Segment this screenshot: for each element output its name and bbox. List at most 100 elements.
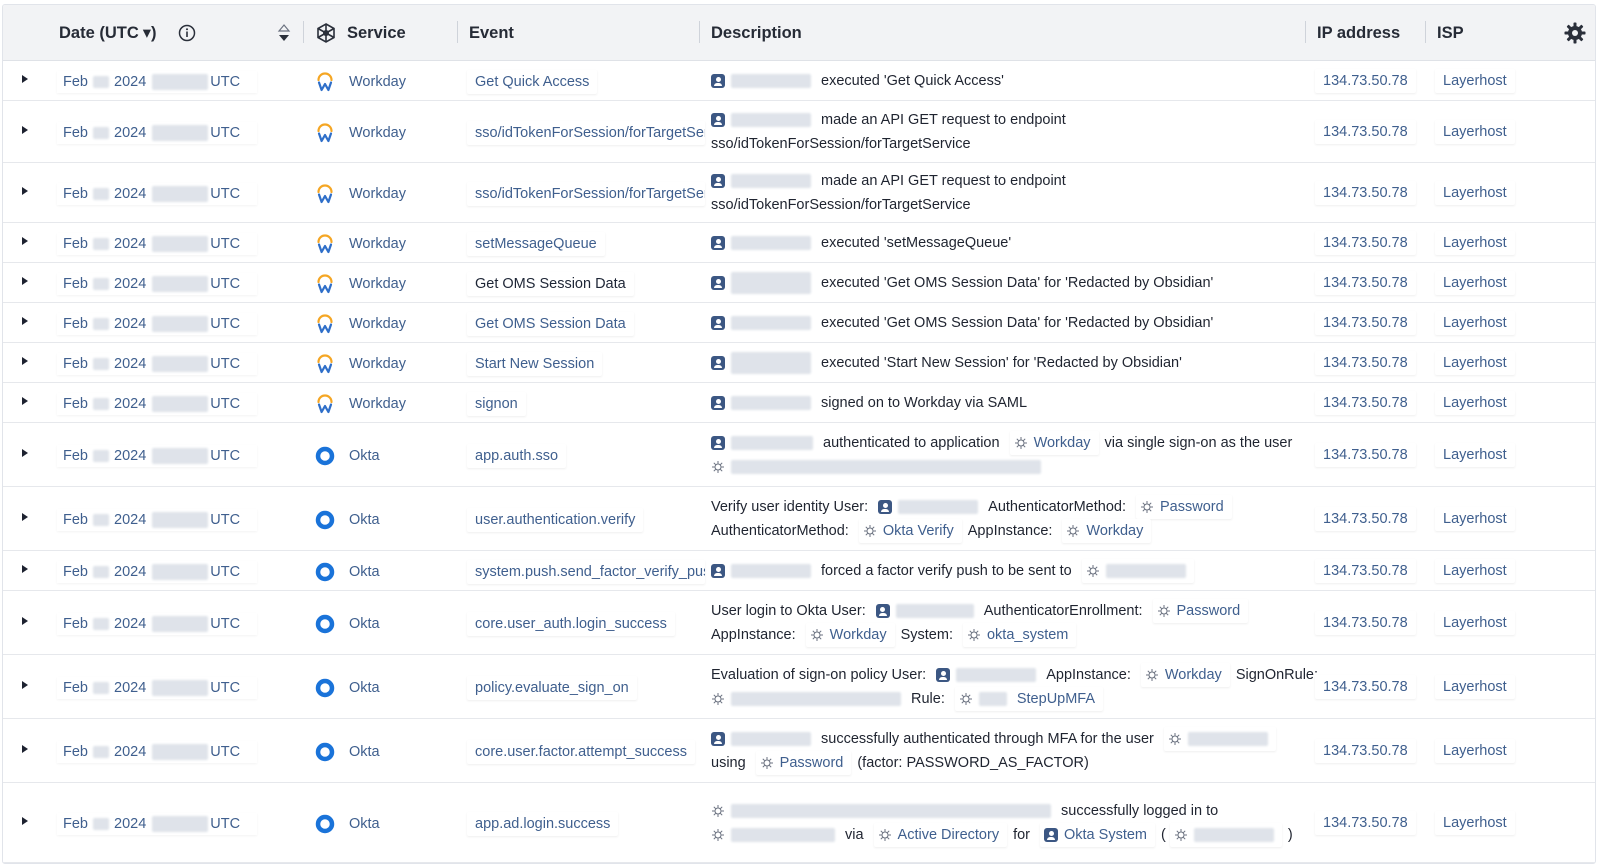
caret-right-icon[interactable] [22, 126, 28, 134]
isp-chip[interactable]: Layerhost [1435, 231, 1515, 255]
entity-chip[interactable] [1169, 823, 1282, 847]
event-chip[interactable]: app.auth.sso [467, 444, 567, 468]
ip-address-chip[interactable]: 134.73.50.78 [1315, 559, 1416, 583]
ip-address-chip[interactable]: 134.73.50.78 [1315, 443, 1416, 467]
caret-right-icon[interactable] [22, 565, 28, 573]
isp-chip[interactable]: Layerhost [1435, 611, 1515, 635]
isp-chip[interactable]: Layerhost [1435, 271, 1515, 295]
event-chip[interactable]: system.push.send_factor_verify_push [467, 560, 705, 584]
event-chip[interactable]: app.ad.login.success [467, 812, 619, 836]
table-row[interactable]: Feb 2024 UTC Okta core.user_auth.login_succe… [3, 591, 1595, 655]
table-row[interactable]: Feb 2024 UTC Okta core.user.factor.attempt_s… [3, 719, 1595, 783]
app-chip[interactable]: Workday [1009, 431, 1099, 455]
ip-address-chip[interactable]: 134.73.50.78 [1315, 271, 1416, 295]
ip-address-chip[interactable]: 134.73.50.78 [1315, 181, 1416, 205]
event-chip[interactable]: policy.evaluate_sign_on [467, 676, 637, 700]
column-divider[interactable] [699, 21, 700, 43]
isp-chip[interactable]: Layerhost [1435, 311, 1515, 335]
isp-chip[interactable]: Layerhost [1435, 69, 1515, 93]
rule-chip[interactable]: StepUpMFA [954, 687, 1104, 711]
ip-address-chip[interactable]: 134.73.50.78 [1315, 507, 1416, 531]
event-chip[interactable]: Get OMS Session Data [467, 312, 634, 336]
isp-chip[interactable]: Layerhost [1435, 181, 1515, 205]
ip-address-chip[interactable]: 134.73.50.78 [1315, 739, 1416, 763]
user-chip[interactable] [1163, 727, 1276, 751]
service-column-header[interactable]: Service [347, 5, 406, 61]
event-chip[interactable]: user.authentication.verify [467, 508, 644, 532]
authenticator-chip[interactable]: Okta Verify [858, 519, 962, 543]
column-divider[interactable] [1305, 21, 1306, 43]
ip-address-chip[interactable]: 134.73.50.78 [1315, 69, 1416, 93]
app-chip[interactable]: Workday [1140, 663, 1230, 687]
caret-right-icon[interactable] [22, 449, 28, 457]
gear-icon[interactable] [1563, 21, 1587, 45]
caret-right-icon[interactable] [22, 397, 28, 405]
table-row[interactable]: Feb 2024 UTC Okta policy.evaluate_sign_on Eva… [3, 655, 1595, 719]
event-chip[interactable]: sso/idTokenForSession/forTargetService [467, 182, 705, 206]
ip-address-chip[interactable]: 134.73.50.78 [1315, 675, 1416, 699]
app-chip[interactable]: Workday [805, 623, 895, 647]
event-column-header[interactable]: Event [469, 5, 514, 61]
column-divider[interactable] [303, 21, 304, 43]
table-row[interactable]: Feb 2024 UTC Okta app.ad.login.success succes… [3, 783, 1595, 863]
date-sort-dropdown[interactable]: ▾) [143, 23, 157, 43]
table-row[interactable]: Feb 2024 UTC Workday sso/idTokenForSession/f… [3, 101, 1595, 163]
system-chip[interactable]: okta_system [962, 623, 1077, 647]
description-column-header[interactable]: Description [711, 5, 802, 61]
event-chip[interactable]: Start New Session [467, 352, 603, 376]
isp-chip[interactable]: Layerhost [1435, 391, 1515, 415]
isp-chip[interactable]: Layerhost [1435, 559, 1515, 583]
device-chip[interactable] [1081, 559, 1194, 583]
event-chip[interactable]: core.user_auth.login_success [467, 612, 675, 636]
caret-right-icon[interactable] [22, 317, 28, 325]
caret-right-icon[interactable] [22, 617, 28, 625]
okta-system-chip[interactable]: Okta System [1040, 823, 1155, 847]
ip-address-chip[interactable]: 134.73.50.78 [1315, 311, 1416, 335]
isp-chip[interactable]: Layerhost [1435, 443, 1515, 467]
ip-column-header[interactable]: IP address [1317, 5, 1400, 61]
ip-address-chip[interactable]: 134.73.50.78 [1315, 351, 1416, 375]
caret-right-icon[interactable] [22, 513, 28, 521]
isp-chip[interactable]: Layerhost [1435, 811, 1515, 835]
isp-chip[interactable]: Layerhost [1435, 675, 1515, 699]
table-row[interactable]: Feb 2024 UTC Okta user.authentication.verify… [3, 487, 1595, 551]
caret-right-icon[interactable] [22, 187, 28, 195]
sort-icon[interactable] [277, 22, 291, 44]
info-icon[interactable] [177, 23, 197, 43]
event-chip[interactable]: Get Quick Access [467, 70, 598, 94]
column-divider[interactable] [1425, 21, 1426, 43]
isp-column-header[interactable]: ISP [1437, 5, 1464, 61]
authenticator-chip[interactable]: Password [755, 751, 852, 775]
column-divider[interactable] [457, 21, 458, 43]
table-row[interactable]: Feb 2024 UTC Workday signon signed on to Work… [3, 383, 1595, 423]
event-chip[interactable]: setMessageQueue [467, 232, 605, 256]
caret-right-icon[interactable] [22, 75, 28, 83]
table-row[interactable]: Feb 2024 UTC Okta app.auth.sso authenticated … [3, 423, 1595, 487]
event-chip[interactable]: Get OMS Session Data [467, 272, 634, 296]
caret-right-icon[interactable] [22, 277, 28, 285]
directory-chip[interactable]: Active Directory [873, 823, 1008, 847]
authenticator-chip[interactable]: Password [1136, 495, 1232, 519]
isp-chip[interactable]: Layerhost [1435, 507, 1515, 531]
event-chip[interactable]: signon [467, 392, 526, 416]
caret-right-icon[interactable] [22, 237, 28, 245]
caret-right-icon[interactable] [22, 357, 28, 365]
isp-chip[interactable]: Layerhost [1435, 120, 1515, 144]
table-row[interactable]: Feb 2024 UTC Workday Get OMS Session Data exe… [3, 303, 1595, 343]
event-chip[interactable]: sso/idTokenForSession/forTargetService [467, 121, 705, 145]
caret-right-icon[interactable] [22, 745, 28, 753]
table-row[interactable]: Feb 2024 UTC Workday setMessageQueue executed… [3, 223, 1595, 263]
caret-right-icon[interactable] [22, 817, 28, 825]
app-chip[interactable]: Workday [1062, 519, 1152, 543]
ip-address-chip[interactable]: 134.73.50.78 [1315, 391, 1416, 415]
ip-address-chip[interactable]: 134.73.50.78 [1315, 611, 1416, 635]
ip-address-chip[interactable]: 134.73.50.78 [1315, 231, 1416, 255]
isp-chip[interactable]: Layerhost [1435, 739, 1515, 763]
table-row[interactable]: Feb 2024 UTC Workday Get Quick Access execute… [3, 61, 1595, 101]
table-row[interactable]: Feb 2024 UTC Workday sso/idTokenForSession/f… [3, 163, 1595, 223]
authenticator-chip[interactable]: Password [1152, 599, 1249, 623]
table-row[interactable]: Feb 2024 UTC Okta system.push.send_factor_ve… [3, 551, 1595, 591]
table-row[interactable]: Feb 2024 UTC Workday Get OMS Session Data exe… [3, 263, 1595, 303]
table-row[interactable]: Feb 2024 UTC Workday Start New Session execut… [3, 343, 1595, 383]
caret-right-icon[interactable] [22, 681, 28, 689]
